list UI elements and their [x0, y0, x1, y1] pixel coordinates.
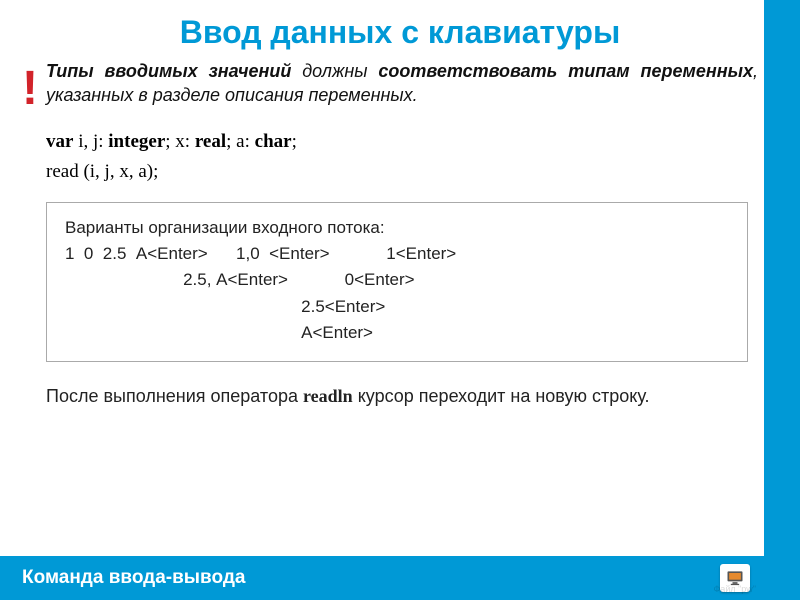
box-caption: Варианты организации входного потока: — [65, 215, 729, 241]
code-seg: ; a: — [226, 131, 255, 152]
footer-label: Команда ввода-вывода — [22, 567, 245, 589]
operator-readln: readln — [303, 386, 353, 406]
kw-real: real — [195, 131, 226, 152]
box-row: 1 0 2.5 А<Enter> 1,0 <Enter> 1<Enter> — [65, 241, 729, 267]
emphasis-text: Типы вводимых значений должны соответств… — [46, 59, 758, 108]
watermark: Файл "pw" — [713, 584, 756, 594]
emphasis-bold-1: Типы вводимых значений — [46, 61, 291, 81]
code-line-1: var i, j: integer; x: real; a: сhar; — [46, 127, 754, 157]
emphasis-block: ! Типы вводимых значений должны соответс… — [0, 59, 800, 113]
box-row: 2.5<Enter> — [65, 294, 729, 320]
example-box: Варианты организации входного потока: 1 … — [46, 202, 748, 362]
exclamation-icon: ! — [22, 65, 38, 113]
code-seg: ; — [292, 131, 297, 152]
emphasis-bold-2: соответствовать типам переменных — [378, 61, 753, 81]
kw-var: var — [46, 131, 73, 152]
emphasis-span-1: должны — [291, 61, 378, 81]
code-seg: i, j: — [73, 131, 108, 152]
box-row: А<Enter> — [65, 320, 729, 346]
box-row: 2.5, А<Enter> 0<Enter> — [65, 267, 729, 293]
kw-integer: integer — [108, 131, 165, 152]
page-title: Ввод данных с клавиатуры — [0, 0, 800, 59]
after-t1: После выполнения оператора — [46, 386, 303, 406]
after-note: После выполнения оператора readln курсор… — [0, 362, 800, 409]
code-block: var i, j: integer; x: real; a: сhar; rea… — [0, 113, 800, 198]
accent-bar — [764, 0, 800, 600]
code-seg: ; x: — [165, 131, 195, 152]
kw-char: сhar — [255, 131, 292, 152]
footer-bar: Команда ввода-вывода — [0, 556, 764, 600]
after-t2: курсор переходит на новую строку. — [353, 386, 650, 406]
code-line-2: read (i, j, x, a); — [46, 157, 754, 187]
